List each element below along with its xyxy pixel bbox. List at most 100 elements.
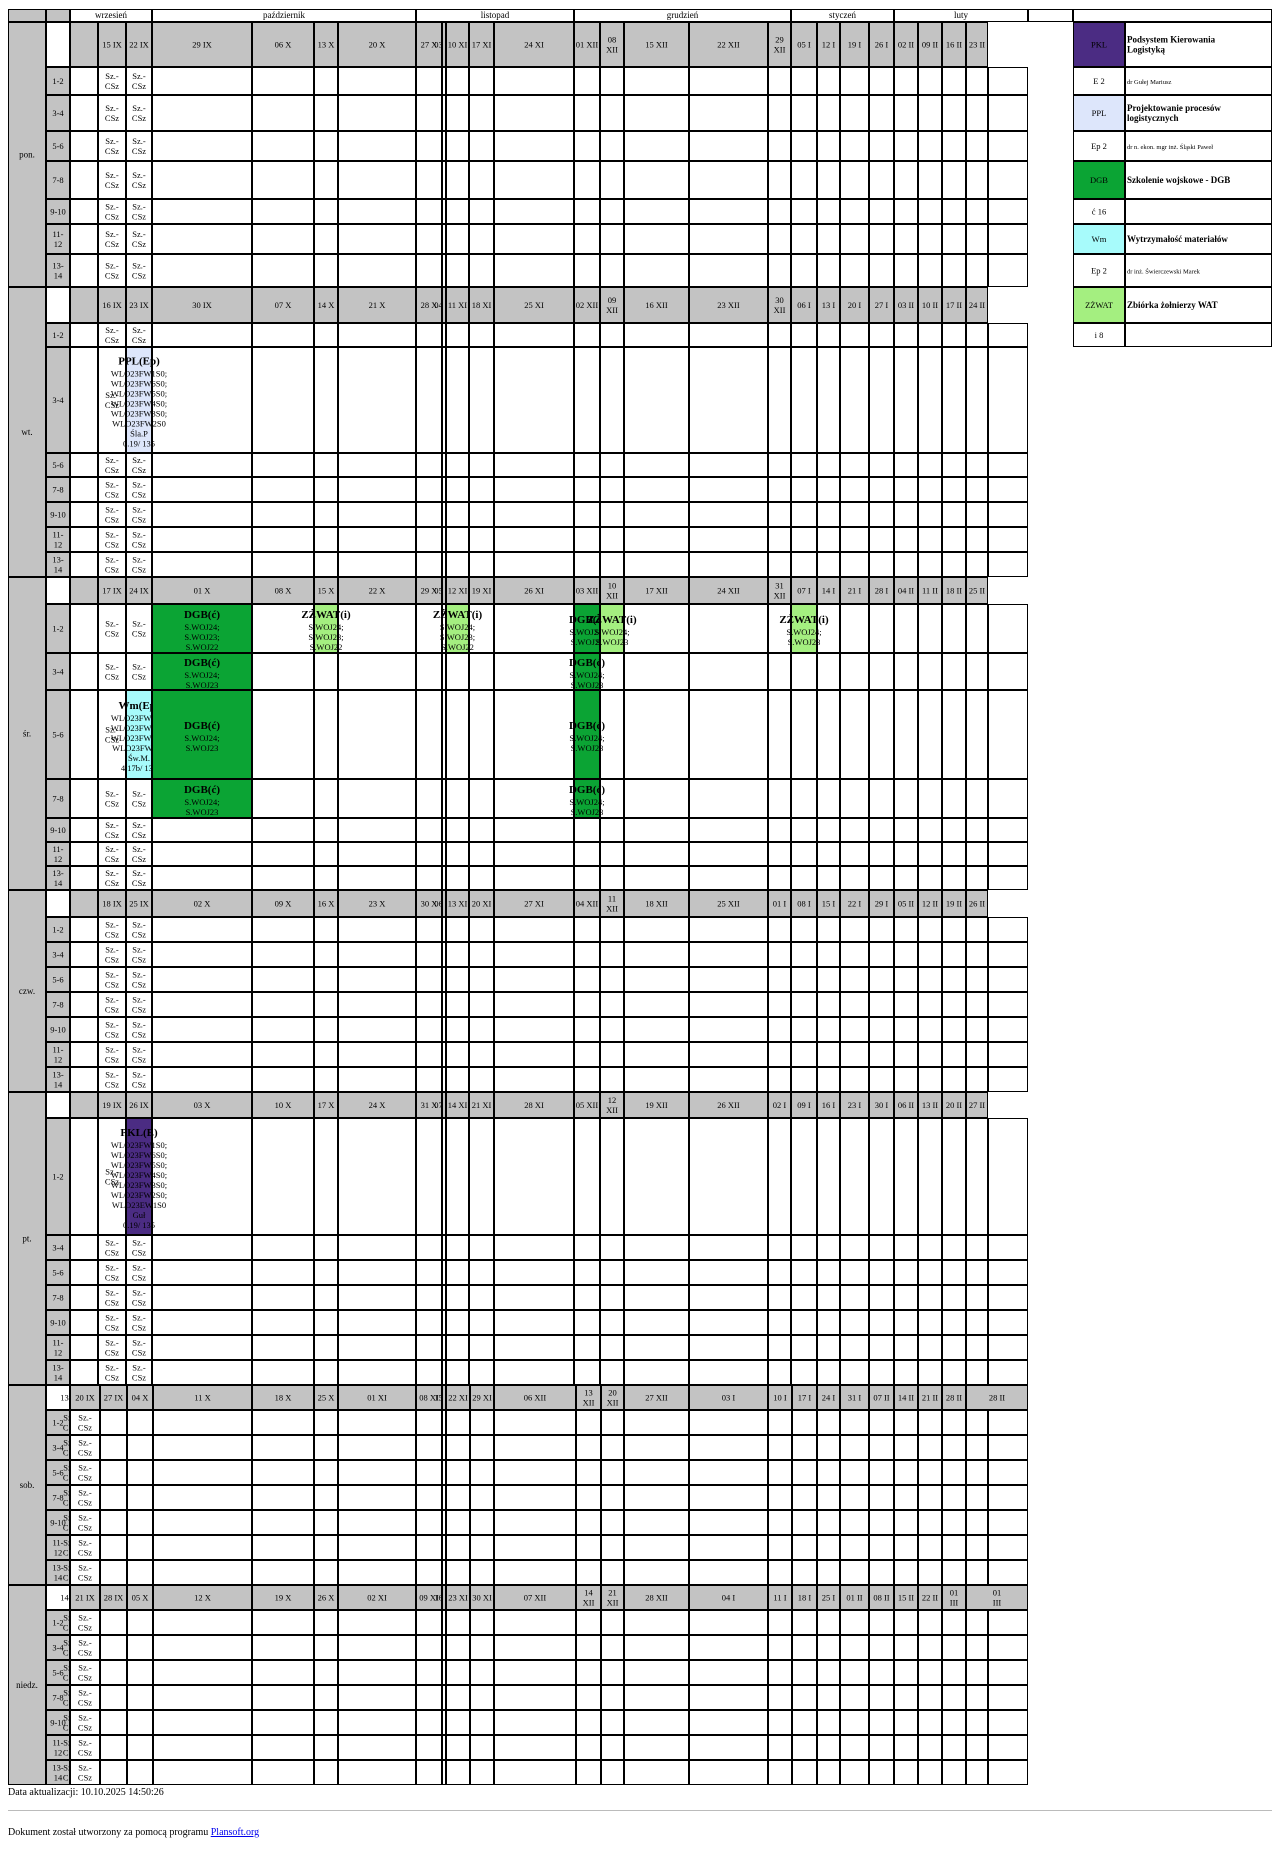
schedule-cell [70, 67, 98, 95]
schedule-cell [840, 1710, 869, 1735]
lesson-block[interactable]: DGB(ć)S.WOJ24;S.WOJ23 [152, 653, 252, 691]
schedule-cell [689, 1510, 768, 1535]
schedule-cell [894, 992, 918, 1017]
schedule-cell [338, 199, 416, 224]
slot-filler: Sz.- [105, 103, 119, 113]
schedule-cell [918, 1635, 942, 1660]
schedule-cell [152, 866, 252, 890]
month-label: styczeń [829, 10, 856, 20]
schedule-cell [768, 690, 791, 779]
schedule-cell [966, 967, 988, 992]
date-label: 06 II [898, 1100, 914, 1110]
schedule-cell [894, 453, 918, 477]
schedule-cell [988, 1360, 1028, 1385]
schedule-cell [470, 1485, 494, 1510]
slot-filler: Sz.- [132, 1312, 146, 1322]
schedule-cell [470, 1435, 494, 1460]
schedule-cell [152, 527, 252, 552]
lesson-block[interactable]: DGB(ć)S.WOJ24;S.WOJ23;S.WOJ22 [152, 604, 252, 653]
schedule-cell [442, 1310, 446, 1335]
schedule-cell [416, 131, 442, 161]
slot-filler: CSz [132, 146, 146, 156]
slot-filler: CSz [132, 539, 146, 549]
schedule-cell [894, 1335, 918, 1360]
schedule-cell [894, 323, 918, 347]
schedule-cell [600, 527, 624, 552]
legend-cell [1125, 199, 1272, 224]
schedule-cell [100, 1460, 127, 1485]
schedule-cell [442, 942, 446, 967]
schedule-cell [314, 552, 338, 577]
schedule-cell [252, 95, 314, 131]
schedule-cell [918, 779, 942, 818]
month-header-corner [46, 9, 70, 22]
schedule-cell [918, 1260, 942, 1285]
schedule-cell [624, 604, 689, 653]
plansoft-link[interactable]: Plansoft.org [211, 1827, 259, 1838]
slot-label: 3-4 [52, 395, 64, 405]
schedule-cell [817, 199, 840, 224]
schedule-cell [153, 1660, 252, 1685]
schedule-cell [817, 477, 840, 502]
schedule-cell [689, 131, 768, 161]
slot-label: 7-8 [52, 485, 63, 495]
schedule-cell [252, 161, 314, 199]
slot-filler: Sz.- [132, 868, 146, 878]
slot-label: 1-2 [52, 330, 63, 340]
schedule-cell [469, 254, 494, 287]
schedule-cell [869, 347, 894, 453]
lesson-detail: WLO23FW3S0; [111, 409, 167, 419]
lesson-block[interactable]: DGB(ć)S.WOJ24;S.WOJ23 [152, 690, 252, 779]
schedule-cell [689, 552, 768, 577]
schedule-cell [494, 967, 574, 992]
date-label: 17 XI [472, 40, 492, 50]
slot-filler: CSz [132, 929, 146, 939]
date-header-cell [70, 577, 98, 604]
schedule-cell [894, 866, 918, 890]
schedule-cell [446, 1710, 470, 1735]
schedule-cell [840, 199, 869, 224]
schedule-cell [152, 477, 252, 502]
schedule-cell [894, 67, 918, 95]
schedule-cell [469, 1017, 494, 1042]
schedule-cell [689, 347, 768, 453]
schedule-cell [966, 1067, 988, 1092]
schedule-cell [689, 1560, 768, 1585]
schedule-cell [314, 1042, 338, 1067]
schedule-cell [494, 552, 574, 577]
date-label: 23 X [369, 899, 386, 909]
schedule-cell [942, 1660, 966, 1685]
schedule-cell [918, 1335, 942, 1360]
schedule-cell [446, 1017, 469, 1042]
date-label: 14 XI [448, 1100, 468, 1110]
schedule-cell [869, 779, 894, 818]
lesson-block[interactable]: DGB(ć)S.WOJ24;S.WOJ23 [569, 653, 605, 691]
schedule-cell [314, 347, 338, 453]
slot-filler: CSz [132, 954, 146, 964]
schedule-cell [988, 1485, 1028, 1510]
schedule-cell [791, 552, 817, 577]
schedule-cell [416, 224, 442, 254]
schedule-cell [442, 1460, 446, 1485]
schedule-cell [494, 527, 574, 552]
schedule-cell [446, 161, 469, 199]
schedule-cell [314, 992, 338, 1017]
schedule-cell [942, 690, 966, 779]
schedule-cell [600, 67, 624, 95]
slot-filler: CSz [105, 564, 119, 574]
slot-filler: Sz.- [105, 1019, 119, 1029]
schedule-cell [689, 1610, 768, 1635]
lesson-block[interactable]: DGB(ć)S.WOJ24;S.WOJ23 [569, 779, 605, 818]
schedule-cell [869, 1260, 894, 1285]
schedule-cell [70, 161, 98, 199]
date-label: 11 [608, 893, 616, 903]
lesson-block[interactable]: DGB(ć)S.WOJ24;S.WOJ23 [569, 690, 605, 779]
schedule-cell [988, 323, 1028, 347]
schedule-cell [576, 1410, 601, 1435]
schedule-cell [338, 347, 416, 453]
schedule-cell [442, 690, 446, 779]
date-label: 05 II [898, 899, 914, 909]
date-label: 24 II [969, 300, 985, 310]
lesson-block[interactable]: DGB(ć)S.WOJ24;S.WOJ23 [152, 779, 252, 818]
schedule-cell [416, 992, 442, 1017]
